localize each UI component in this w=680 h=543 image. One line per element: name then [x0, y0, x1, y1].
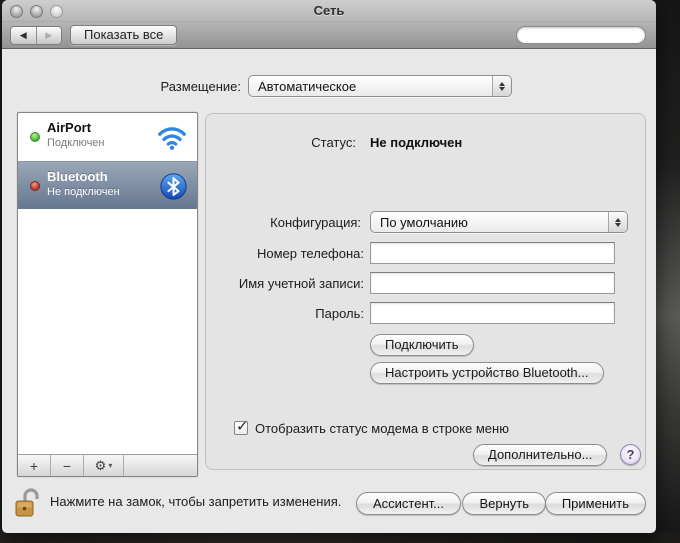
service-detail-panel: Статус: Не подключен Конфигурация: По ум… — [205, 113, 646, 470]
account-name-label: Имя учетной записи: — [239, 276, 364, 291]
password-label: Пароль: — [315, 306, 364, 321]
advanced-button[interactable]: Дополнительно... — [473, 444, 607, 466]
status-label: Статус: — [311, 135, 356, 150]
titlebar[interactable]: Сеть — [2, 0, 656, 22]
show-modem-status-row: ✓ Отобразить статус модема в строке меню — [234, 420, 509, 436]
location-value: Автоматическое — [258, 79, 487, 94]
service-name: Bluetooth — [47, 169, 108, 184]
status-dot-green — [30, 132, 40, 142]
phone-number-label: Номер телефона: — [257, 246, 364, 261]
back-button[interactable]: ◀ — [11, 27, 37, 44]
show-modem-status-label: Отобразить статус модема в строке меню — [255, 421, 509, 436]
service-status: Не подключен — [47, 186, 120, 198]
service-row-airport[interactable]: AirPort Подключен — [18, 113, 197, 161]
window-footer: Нажмите на замок, чтобы запретить измене… — [2, 473, 656, 533]
service-name: AirPort — [47, 120, 91, 135]
connect-button[interactable]: Подключить — [370, 334, 474, 356]
question-mark-icon: ? — [627, 447, 635, 462]
status-value: Не подключен — [370, 135, 462, 150]
lock-hint-text: Нажмите на замок, чтобы запретить измене… — [50, 494, 341, 509]
gear-icon: ⚙ — [95, 459, 107, 472]
show-modem-status-checkbox[interactable]: ✓ — [234, 421, 248, 435]
desktop-background-right — [654, 0, 680, 543]
password-field[interactable] — [370, 302, 615, 324]
configuration-popup[interactable]: По умолчанию — [370, 211, 628, 233]
show-all-button[interactable]: Показать все — [70, 25, 177, 45]
apply-button[interactable]: Применить — [545, 492, 646, 515]
toolbar: ◀ ▶ Показать все — [2, 22, 656, 49]
service-status: Подключен — [47, 137, 105, 149]
configuration-value: По умолчанию — [380, 215, 603, 230]
status-dot-red — [30, 181, 40, 191]
window-title: Сеть — [2, 3, 656, 18]
stepper-arrows-icon — [608, 212, 627, 232]
navigation-buttons: ◀ ▶ — [10, 26, 62, 45]
location-popup[interactable]: Автоматическое — [248, 75, 512, 97]
location-label: Размещение: — [160, 79, 241, 94]
forward-icon: ▶ — [45, 30, 52, 41]
help-button[interactable]: ? — [620, 444, 641, 465]
chevron-down-icon: ▾ — [108, 462, 112, 470]
forward-button[interactable]: ▶ — [37, 27, 62, 44]
setup-bluetooth-button[interactable]: Настроить устройство Bluetooth... — [370, 362, 604, 384]
unlocked-padlock-icon[interactable] — [14, 487, 42, 519]
search-input[interactable] — [522, 28, 656, 42]
service-row-bluetooth[interactable]: Bluetooth Не подключен — [18, 161, 197, 209]
bluetooth-icon — [160, 173, 187, 200]
account-name-field[interactable] — [370, 272, 615, 294]
checkmark-icon: ✓ — [236, 417, 249, 435]
stepper-arrows-icon — [492, 76, 511, 96]
network-preferences-window: Сеть ◀ ▶ Показать все Размещение: Автома… — [2, 0, 656, 533]
revert-button[interactable]: Вернуть — [462, 492, 546, 515]
configuration-label: Конфигурация: — [270, 215, 361, 230]
wifi-icon — [157, 123, 187, 151]
search-field[interactable] — [516, 26, 646, 44]
assistant-button[interactable]: Ассистент... — [356, 492, 461, 515]
phone-number-field[interactable] — [370, 242, 615, 264]
location-row: Размещение: Автоматическое — [2, 75, 656, 97]
back-icon: ◀ — [20, 30, 27, 41]
services-list: AirPort Подключен Bluetooth Не подключен — [17, 112, 198, 477]
